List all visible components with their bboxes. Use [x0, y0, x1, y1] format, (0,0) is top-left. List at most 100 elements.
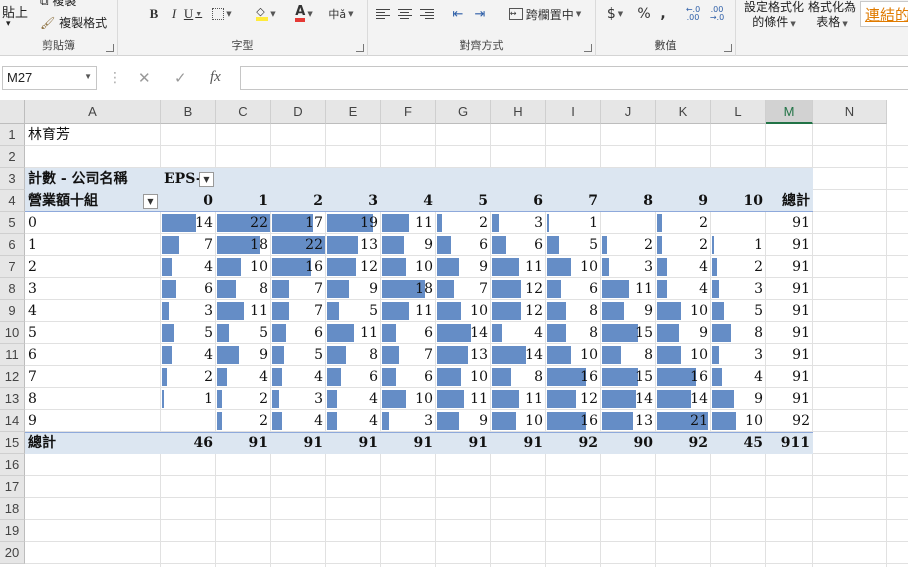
- decrease-decimal-button[interactable]: .00 →.0: [706, 4, 728, 24]
- row-header-8[interactable]: 8: [0, 278, 25, 300]
- currency-button[interactable]: $ ▼: [602, 4, 628, 24]
- name-box[interactable]: M27 ▼: [2, 66, 97, 90]
- row-header-10[interactable]: 10: [0, 322, 25, 344]
- comma-button[interactable]: ,: [656, 4, 670, 24]
- row-header-12[interactable]: 12: [0, 366, 25, 388]
- row-header-4[interactable]: 4: [0, 190, 25, 212]
- row-header-15[interactable]: 15: [0, 432, 25, 454]
- column-header-l[interactable]: L: [711, 100, 766, 124]
- column-field-filter-icon[interactable]: ▼: [199, 172, 214, 187]
- align-center-button[interactable]: [396, 4, 414, 24]
- pivot-value-cell: 3: [754, 281, 763, 297]
- conditional-formatting-button[interactable]: 設定格式化 的條件 ▼: [740, 0, 808, 32]
- row-header-7[interactable]: 7: [0, 256, 25, 278]
- pivot-value-cell: 14: [525, 347, 543, 363]
- row-header-13[interactable]: 13: [0, 388, 25, 410]
- column-header-i[interactable]: I: [546, 100, 601, 124]
- alignment-launcher-icon[interactable]: [584, 44, 592, 52]
- row-header-5[interactable]: 5: [0, 212, 25, 234]
- formula-input[interactable]: [240, 66, 908, 90]
- pivot-value-cell: 3: [314, 391, 323, 407]
- column-header-j[interactable]: J: [601, 100, 656, 124]
- increase-decimal-button[interactable]: ←.0 .00: [682, 4, 704, 24]
- cancel-icon[interactable]: ✕: [138, 69, 151, 87]
- row-header-17[interactable]: 17: [0, 476, 25, 498]
- italic-button[interactable]: I: [166, 4, 182, 24]
- cell-style-linked[interactable]: 連結的: [860, 1, 908, 27]
- pivot-col-header: 10: [743, 193, 763, 209]
- pivot-value-cell: 4: [314, 413, 323, 429]
- font-color-dropdown-icon[interactable]: ▼: [307, 10, 312, 18]
- column-header-e[interactable]: E: [326, 100, 381, 124]
- copy-button[interactable]: ⧉ 複製: [40, 0, 76, 9]
- row-header-1[interactable]: 1: [0, 124, 25, 146]
- borders-dropdown-icon[interactable]: ▼: [226, 10, 231, 18]
- number-launcher-icon[interactable]: [724, 44, 732, 52]
- underline-dropdown-icon[interactable]: ▼: [195, 10, 202, 18]
- column-header-a[interactable]: A: [25, 100, 161, 124]
- row-field-filter-icon[interactable]: ▼: [143, 194, 158, 209]
- borders-button[interactable]: ▼: [210, 4, 234, 24]
- pivot-value-cell: 2: [204, 369, 213, 385]
- pivot-value-cell: 2: [754, 259, 763, 275]
- select-all-corner[interactable]: [0, 100, 25, 124]
- phonetic-dropdown-icon[interactable]: ▼: [348, 10, 353, 18]
- align-right-button[interactable]: [418, 4, 436, 24]
- pivot-col-header: 9: [698, 193, 708, 209]
- row-header-2[interactable]: 2: [0, 146, 25, 168]
- pivot-col-header: 7: [588, 193, 598, 209]
- pivot-row-label: 9: [28, 413, 37, 429]
- column-header-f[interactable]: F: [381, 100, 436, 124]
- insert-function-icon[interactable]: fx: [210, 69, 221, 86]
- row-header-18[interactable]: 18: [0, 498, 25, 520]
- increase-indent-button[interactable]: ⇥: [470, 4, 490, 24]
- font-launcher-icon[interactable]: [356, 44, 364, 52]
- pivot-total-cell: 91: [523, 435, 543, 451]
- column-header-k[interactable]: K: [656, 100, 711, 124]
- row-header-20[interactable]: 20: [0, 542, 25, 564]
- pivot-value-cell: 8: [754, 325, 763, 341]
- paste-dropdown-icon[interactable]: ▾: [6, 19, 11, 29]
- alignment-group-label: 對齊方式: [459, 39, 504, 52]
- column-header-h[interactable]: H: [491, 100, 546, 124]
- merge-center-dropdown-icon[interactable]: ▼: [576, 10, 581, 18]
- fill-color-button[interactable]: ◇ ▼: [252, 4, 280, 24]
- fill-color-dropdown-icon[interactable]: ▼: [270, 10, 275, 18]
- row-header-11[interactable]: 11: [0, 344, 25, 366]
- format-as-table-button[interactable]: 格式化為 表格 ▼: [808, 0, 856, 32]
- bold-button[interactable]: B: [146, 4, 162, 24]
- pivot-col-header: 3: [368, 193, 378, 209]
- underline-button[interactable]: U ▼: [184, 4, 202, 24]
- row-header-19[interactable]: 19: [0, 520, 25, 542]
- phonetic-button[interactable]: 中ǎ ▼: [328, 4, 354, 24]
- currency-dropdown-icon[interactable]: ▼: [618, 10, 623, 18]
- format-painter-button[interactable]: 🖌 複製格式: [40, 14, 107, 31]
- row-header-14[interactable]: 14: [0, 410, 25, 432]
- enter-icon[interactable]: ✓: [174, 69, 187, 87]
- font-color-button[interactable]: A ▼: [290, 4, 318, 24]
- align-left-button[interactable]: [374, 4, 392, 24]
- column-header-n[interactable]: N: [813, 100, 887, 124]
- row-header-16[interactable]: 16: [0, 454, 25, 476]
- ribbon: 貼上 ▾ ⧉ 複製 🖌 複製格式 剪貼簿 B I U ▼ ▼ ◇ ▼ A ▼ 中ǎ ▼ …: [0, 0, 908, 56]
- row-header-9[interactable]: 9: [0, 300, 25, 322]
- pivot-value-cell: 14: [470, 325, 488, 341]
- column-header-b[interactable]: B: [161, 100, 216, 124]
- percent-button[interactable]: %: [636, 4, 652, 24]
- pivot-value-cell: 5: [259, 325, 268, 341]
- row-header-6[interactable]: 6: [0, 234, 25, 256]
- column-header-m[interactable]: M: [766, 100, 813, 124]
- merge-center-button[interactable]: ↔ 跨欄置中 ▼: [500, 4, 590, 24]
- pivot-value-cell: 92: [792, 413, 810, 429]
- pivot-value-cell: 91: [792, 281, 810, 297]
- pivot-value-cell: 12: [525, 281, 543, 297]
- column-header-c[interactable]: C: [216, 100, 271, 124]
- name-box-dropdown-icon[interactable]: ▼: [84, 72, 92, 81]
- clipboard-launcher-icon[interactable]: [106, 44, 114, 52]
- row-header-3[interactable]: 3: [0, 168, 25, 190]
- worksheet-grid[interactable]: ABCDEFGHIJKLMN 1 2 3 4 5 6 7 8 9 10 11 12 13 14 15 16 17…: [0, 100, 908, 567]
- column-header-g[interactable]: G: [436, 100, 491, 124]
- column-header-d[interactable]: D: [271, 100, 326, 124]
- pivot-value-cell: 15: [635, 325, 653, 341]
- decrease-indent-button[interactable]: ⇤: [448, 4, 468, 24]
